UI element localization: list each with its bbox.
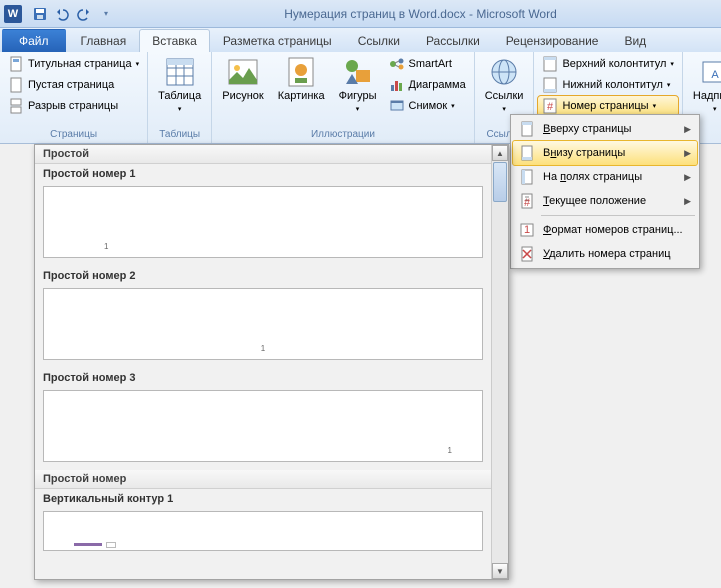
menu-format-label: ормат номеров страниц...: [551, 224, 682, 236]
menu-format-numbers[interactable]: 1Формат номеров страниц...: [513, 218, 697, 242]
menu-current-label: екущее положение: [549, 195, 646, 207]
menu-top-of-page[interactable]: Вверху страницы▶: [513, 117, 697, 141]
group-illustrations-label: Иллюстрации: [216, 128, 469, 141]
menu-remove-label: далить номера страниц: [549, 248, 670, 260]
menu-top-label: верху страницы: [550, 123, 631, 135]
page-number-button[interactable]: #Номер страницы ▾: [538, 96, 677, 116]
page-break-button[interactable]: Разрыв страницы: [4, 96, 143, 116]
gallery-section-simple: Простой: [35, 145, 491, 164]
titlebar: W ▾ Нумерация страниц в Word.docx - Micr…: [0, 0, 721, 28]
window-title: Нумерация страниц в Word.docx - Microsof…: [120, 7, 721, 21]
cover-page-button[interactable]: Титульная страница ▾: [4, 54, 143, 74]
qat-customize-button[interactable]: ▾: [96, 4, 116, 24]
picture-button[interactable]: Рисунок: [216, 54, 270, 104]
chart-button[interactable]: Диаграмма: [385, 75, 470, 95]
gallery-item-vertical-1[interactable]: [43, 511, 483, 551]
tab-layout[interactable]: Разметка страницы: [210, 29, 345, 52]
shapes-button[interactable]: Фигуры▾: [333, 54, 383, 116]
scroll-down-button[interactable]: ▼: [492, 563, 508, 579]
submenu-arrow-icon: ▶: [684, 196, 691, 207]
gallery-item-simple-1[interactable]: 1: [43, 186, 483, 258]
tab-review[interactable]: Рецензирование: [493, 29, 612, 52]
links-button[interactable]: Ссылки▾: [479, 54, 530, 116]
submenu-arrow-icon: ▶: [684, 124, 691, 135]
svg-text:1: 1: [524, 224, 530, 236]
svg-text:A: A: [711, 69, 719, 81]
tab-view[interactable]: Вид: [611, 29, 659, 52]
undo-button[interactable]: [52, 4, 72, 24]
redo-button[interactable]: [74, 4, 94, 24]
clipart-button[interactable]: Картинка: [272, 54, 331, 104]
menu-bottom-label: изу страницы: [556, 147, 625, 159]
page-number-gallery: Простой Простой номер 1 1 Простой номер …: [34, 144, 509, 580]
svg-text:#: #: [524, 197, 531, 209]
submenu-arrow-icon: ▶: [684, 148, 691, 159]
menu-bottom-of-page[interactable]: Внизу страницы▶: [513, 141, 697, 165]
quick-access-toolbar: ▾: [26, 4, 120, 24]
gallery-item-label: Простой номер 3: [35, 368, 491, 388]
menu-current-position[interactable]: #Текущее положение▶: [513, 189, 697, 213]
scroll-thumb[interactable]: [493, 162, 507, 202]
gallery-scrollbar[interactable]: ▲ ▼: [491, 145, 508, 579]
scroll-up-button[interactable]: ▲: [492, 145, 508, 161]
gallery-item-label: Простой номер 2: [35, 266, 491, 286]
group-tables: Таблица▾ Таблицы: [148, 52, 212, 143]
tab-file[interactable]: Файл: [2, 29, 66, 52]
tab-home[interactable]: Главная: [68, 29, 140, 52]
menu-margins-label: олях страницы: [566, 171, 642, 183]
smartart-button[interactable]: SmartArt: [385, 54, 470, 74]
word-app-icon: W: [4, 5, 22, 23]
menu-separator: [541, 215, 695, 216]
gallery-section-simple-number: Простой номер: [35, 470, 491, 489]
tab-insert[interactable]: Вставка: [139, 29, 210, 52]
save-button[interactable]: [30, 4, 50, 24]
menu-page-margins[interactable]: На полях страницы▶: [513, 165, 697, 189]
screenshot-button[interactable]: Снимок ▾: [385, 96, 470, 116]
tab-references[interactable]: Ссылки: [345, 29, 413, 52]
table-button[interactable]: Таблица▾: [152, 54, 207, 116]
group-tables-label: Таблицы: [152, 128, 207, 141]
gallery-item-simple-3[interactable]: 1: [43, 390, 483, 462]
gallery-item-label: Вертикальный контур 1: [35, 489, 491, 509]
footer-button[interactable]: Нижний колонтитул ▾: [538, 75, 677, 95]
gallery-item-simple-2[interactable]: 1: [43, 288, 483, 360]
submenu-arrow-icon: ▶: [684, 172, 691, 183]
menu-remove-numbers[interactable]: Удалить номера страниц: [513, 242, 697, 266]
tab-mailings[interactable]: Рассылки: [413, 29, 493, 52]
header-button[interactable]: Верхний колонтитул ▾: [538, 54, 677, 74]
group-illustrations: Рисунок Картинка Фигуры▾ SmartArt Диагра…: [212, 52, 474, 143]
gallery-item-label: Простой номер 1: [35, 164, 491, 184]
group-pages-label: Страницы: [4, 128, 143, 141]
textbox-button[interactable]: AНадпись▾: [687, 54, 721, 116]
group-pages: Титульная страница ▾ Пустая страница Раз…: [0, 52, 148, 143]
page-number-menu: Вверху страницы▶ Внизу страницы▶ На поля…: [510, 114, 700, 269]
blank-page-button[interactable]: Пустая страница: [4, 75, 143, 95]
ribbon-tabs: Файл Главная Вставка Разметка страницы С…: [0, 28, 721, 52]
svg-text:#: #: [547, 101, 554, 113]
